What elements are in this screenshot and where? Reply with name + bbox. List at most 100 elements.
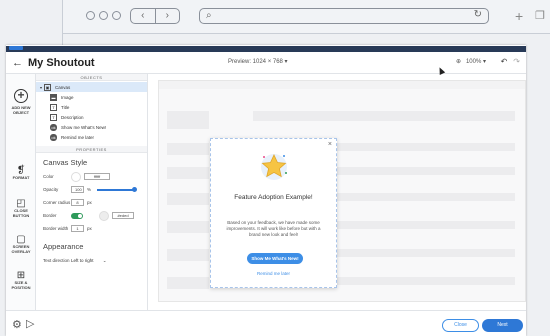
border-row: Border #eded (36, 209, 147, 222)
color-input[interactable]: ffffff (84, 173, 110, 180)
text-direction-label: Text direction (43, 258, 70, 263)
preview-size-select[interactable]: Preview: 1024 × 768 ▾ (228, 58, 288, 65)
opacity-label: Opacity (43, 187, 59, 192)
screen-overlay-button[interactable]: ▢ SCREEN OVERLAY (6, 234, 36, 255)
app-window: ← My Shoutout Preview: 1024 × 768 ▾ ⊕ 10… (6, 45, 526, 336)
tree-label: Description (61, 114, 84, 120)
show-me-whats-new-button[interactable]: Show Me What's New! (247, 253, 303, 264)
reload-icon[interactable]: ↻ (474, 9, 482, 20)
appearance-heading: Appearance (43, 242, 84, 251)
corner-radius-label: Corner radius (43, 200, 71, 205)
window-controls[interactable] (86, 11, 121, 20)
star-icon (261, 154, 287, 180)
format-label: FORMAT (12, 175, 30, 180)
border-toggle[interactable] (71, 212, 83, 219)
close-box-icon: ◰ (16, 198, 26, 209)
chevron-down-icon: ⌄ (102, 257, 107, 263)
opacity-slider[interactable] (97, 186, 138, 192)
zoom-icon: ⊕ (455, 59, 461, 65)
tree-label: Title (61, 104, 70, 110)
next-button[interactable]: Next (482, 319, 523, 332)
border-width-label: Border width (43, 226, 69, 231)
button-icon: ok (50, 123, 57, 131)
back-arrow-icon[interactable]: ‹ (131, 9, 156, 23)
color-row: Color ffffff (36, 170, 147, 183)
tree-item-image[interactable]: ▬ Image (36, 92, 147, 102)
add-new-object-button[interactable]: + ADD NEW OBJECT (6, 89, 36, 115)
forward-arrow-icon[interactable]: › (156, 9, 180, 23)
tree-item-canvas[interactable]: ▾ ▣ Canvas (36, 82, 147, 92)
undo-icon[interactable]: ↶ (501, 57, 508, 66)
browser-toolbar: ‹ › ⌕ ↻ + ❐ (62, 0, 550, 34)
new-tab-button[interactable]: + (515, 8, 523, 24)
format-button[interactable]: ❡ FORMAT (6, 165, 36, 181)
gear-icon[interactable]: ⚙ (12, 318, 22, 331)
tree-item-show-me-button[interactable]: ok Show me What's New! (36, 122, 147, 132)
close-button-tool[interactable]: ◰ CLOSE BUTTON (6, 198, 36, 219)
tree-label: Canvas (55, 84, 71, 90)
remind-me-later-link[interactable]: Remind me later (211, 271, 336, 276)
color-label: Color (43, 174, 54, 179)
zoom-select[interactable]: 100% ▾ (466, 58, 486, 65)
border-width-row: Border width 1 px (36, 222, 147, 235)
text-direction-row: Text direction Left to right ⌄ (36, 254, 147, 267)
canvas-style-heading: Canvas Style (43, 158, 88, 167)
add-new-object-label: ADD NEW OBJECT (11, 105, 31, 115)
nav-buttons[interactable]: ‹ › (130, 8, 180, 24)
left-rail: + ADD NEW OBJECT ❡ FORMAT ◰ CLOSE BUTTON… (6, 74, 36, 310)
opacity-unit: % (87, 187, 92, 192)
opacity-input[interactable]: 100 (71, 186, 84, 193)
search-icon: ⌕ (206, 10, 212, 21)
object-tree: ▾ ▣ Canvas ▬ Image T Title T Description (36, 81, 147, 146)
border-width-input[interactable]: 1 (71, 225, 84, 232)
overlay-icon: ▢ (16, 234, 26, 245)
tree-label: Show me What's New! (61, 124, 107, 130)
address-bar[interactable]: ⌕ ↻ (199, 8, 489, 24)
canvas-icon: ▣ (44, 83, 52, 91)
add-icon: + (14, 89, 28, 103)
border-label: Border (43, 213, 57, 218)
modal-title: Feature Adoption Example! (234, 194, 313, 201)
properties-header: PROPERTIES (36, 146, 147, 153)
redo-icon[interactable]: ↷ (513, 57, 520, 66)
tree-item-description[interactable]: T Description (36, 112, 147, 122)
opacity-row: Opacity 100 % (36, 183, 147, 196)
format-icon: ❡ (16, 165, 26, 176)
image-icon: ▬ (50, 93, 57, 101)
corner-radius-input[interactable]: 8 (71, 199, 84, 206)
close-button-label: CLOSE BUTTON (12, 208, 30, 218)
tree-item-title[interactable]: T Title (36, 102, 147, 112)
side-panel: OBJECTS ▾ ▣ Canvas ▬ Image T Title T Des (36, 74, 148, 310)
caret-down-icon[interactable]: ▾ (40, 85, 42, 90)
size-position-icon: ⊞ (16, 270, 26, 281)
tree-label: Image (61, 94, 74, 100)
tabs-icon[interactable]: ❐ (535, 9, 545, 22)
tree-label: Remind me later (61, 134, 95, 140)
footer-bar: ⚙ ▷ Close Next (6, 310, 526, 336)
close-icon[interactable]: × (328, 141, 332, 148)
play-icon[interactable]: ▷ (26, 317, 34, 330)
screen-overlay-label: SCREEN OVERLAY (11, 244, 31, 254)
editor-canvas[interactable]: × Feature Adoption Example! Based on you… (148, 74, 526, 310)
page-title: My Shoutout (28, 56, 95, 69)
corner-radius-unit: px (87, 200, 92, 205)
corner-radius-row: Corner radius 8 px (36, 196, 147, 209)
size-position-button[interactable]: ⊞ SIZE & POSITION (6, 270, 36, 291)
button-icon: ok (50, 133, 57, 141)
border-width-unit: px (87, 226, 92, 231)
app-logo (9, 46, 23, 50)
border-color-swatch[interactable] (99, 210, 109, 221)
border-color-input[interactable]: #eded (112, 212, 134, 219)
objects-header: OBJECTS (36, 74, 147, 81)
text-direction-select[interactable]: Left to right ⌄ (71, 258, 107, 264)
back-icon[interactable]: ← (12, 57, 23, 69)
close-button[interactable]: Close (442, 319, 479, 332)
size-position-label: SIZE & POSITION (11, 280, 31, 290)
zoom-control[interactable]: ⊕ 100% ▾ (456, 58, 486, 65)
top-bar: ← My Shoutout Preview: 1024 × 768 ▾ ⊕ 10… (6, 52, 526, 74)
color-swatch[interactable] (71, 171, 81, 182)
shoutout-modal[interactable]: × Feature Adoption Example! Based on you… (210, 138, 337, 288)
history-controls: ↶ ↷ (501, 57, 520, 66)
text-icon: T (50, 113, 57, 121)
tree-item-remind-later[interactable]: ok Remind me later (36, 132, 147, 142)
